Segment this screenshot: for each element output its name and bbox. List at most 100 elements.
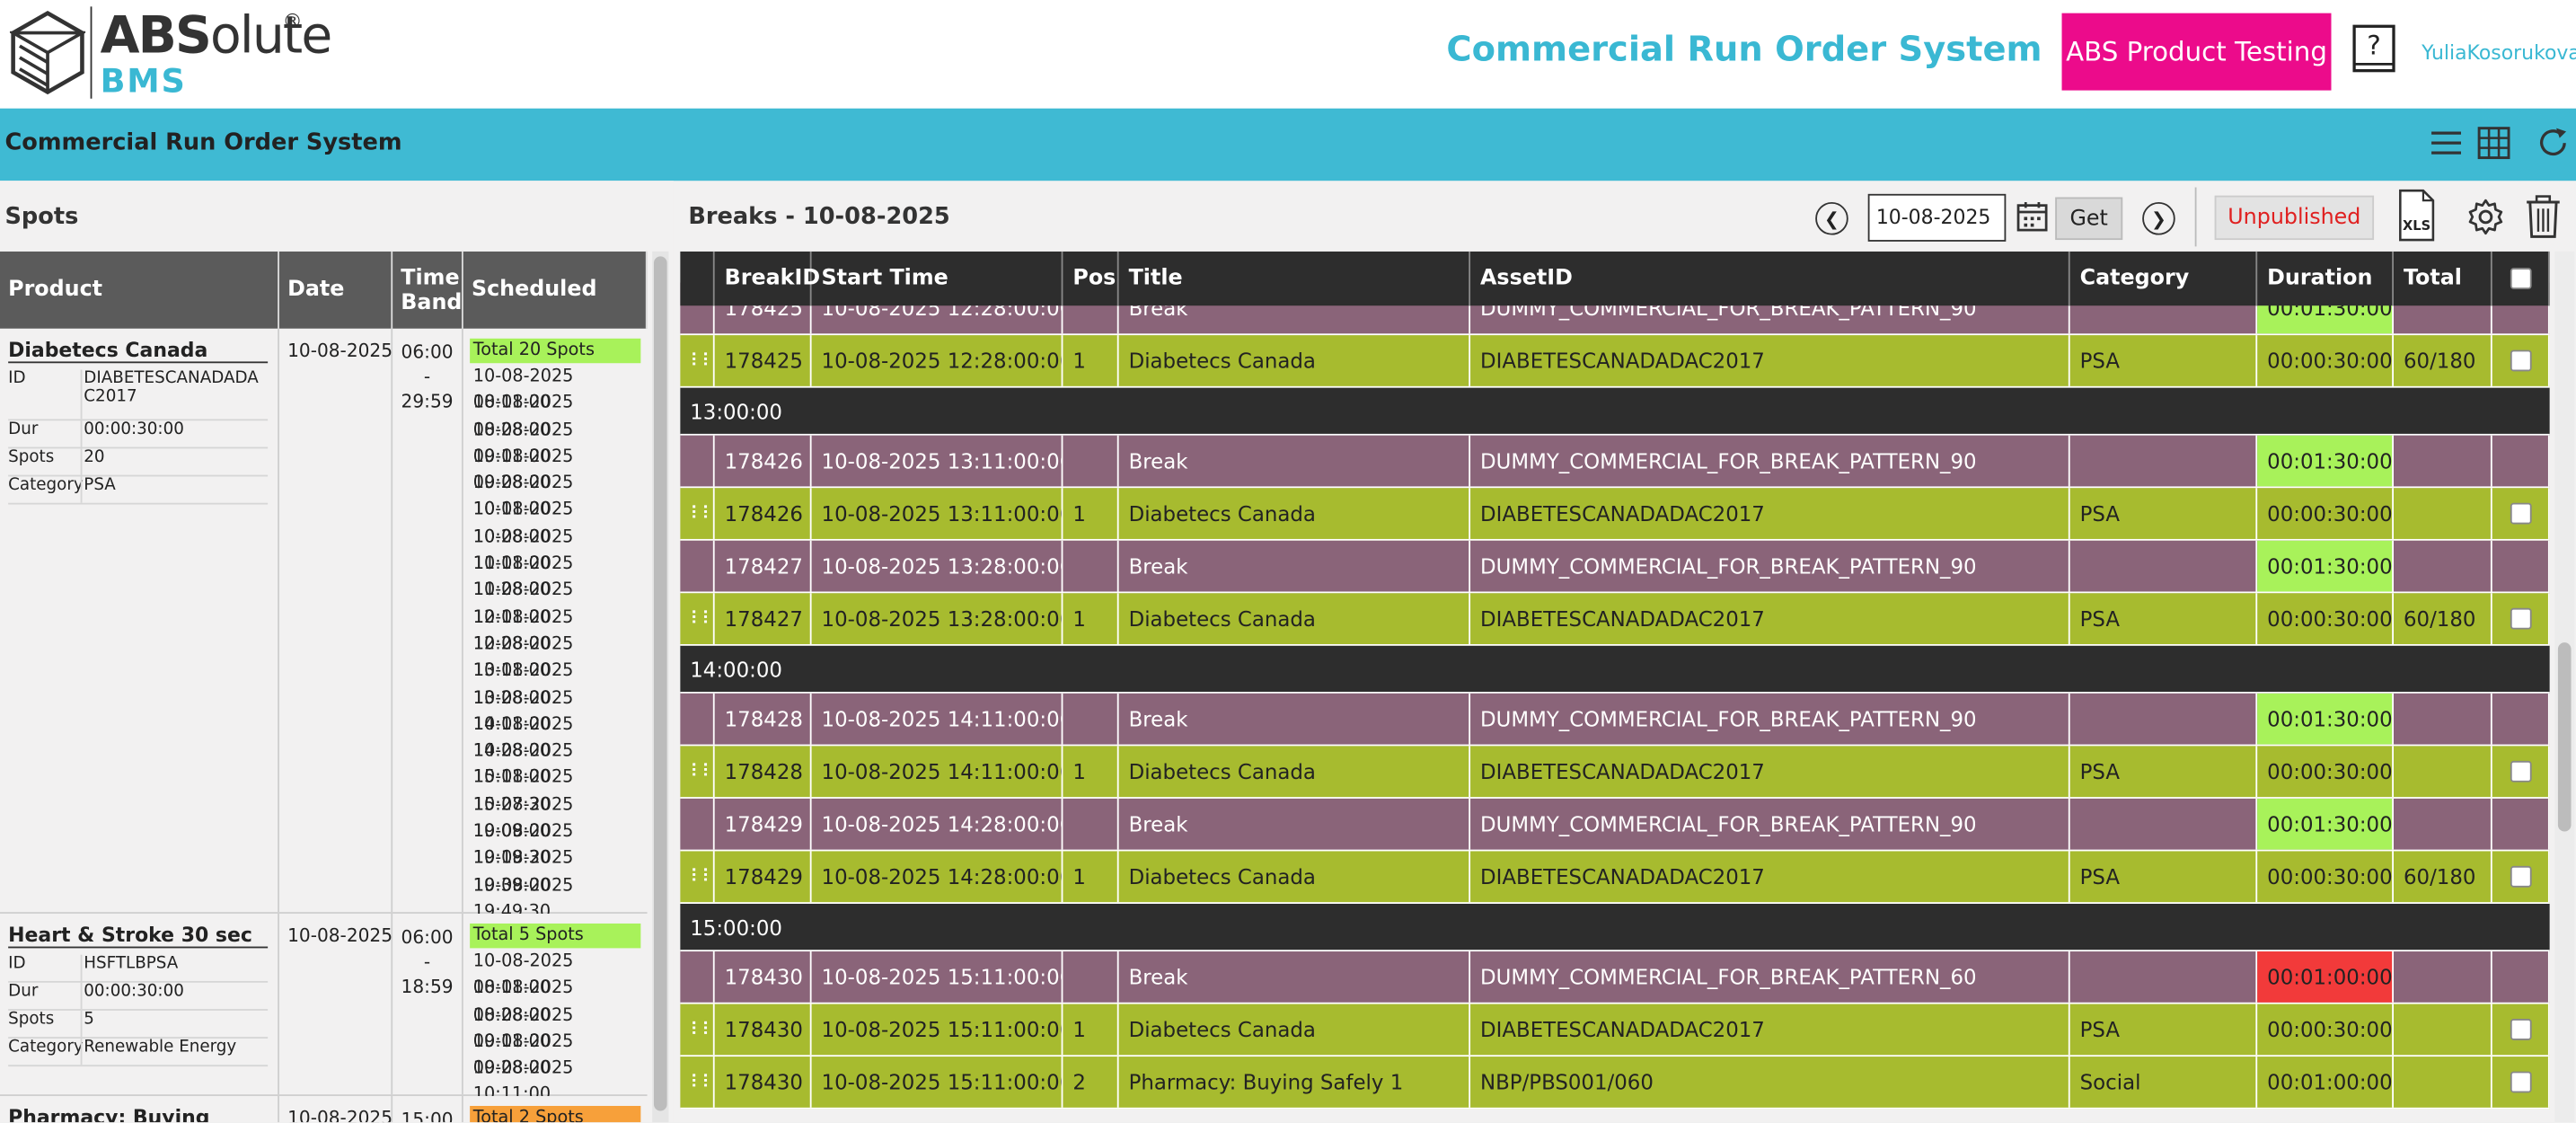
spot-row[interactable]: ⠇⠇ 178429 10-08-2025 14:28:00:00 1 Diabetecs… [680,851,2550,905]
breaks-scrollbar[interactable] [2554,251,2575,1123]
col-date[interactable]: Date [279,251,393,329]
spots-scrollbar[interactable] [652,251,669,1123]
cell-cat [2070,798,2258,850]
break-row[interactable]: 178429 10-08-2025 14:28:00:00 Break DUMMY_C… [680,798,2550,852]
spot-row[interactable]: ⠇⠇ 178427 10-08-2025 13:28:00:00 1 Diabetecs… [680,593,2550,646]
grid-view-icon[interactable] [2475,125,2511,161]
col-time-band[interactable]: Time Band [393,251,463,329]
cell-dur: 00:01:00:00 [2257,951,2394,1003]
cell-id: 178429 [715,851,812,903]
cell-id: 178428 [715,693,812,745]
break-row[interactable]: 178426 10-08-2025 13:11:00:00 Break DUMMY_C… [680,435,2550,489]
col-total[interactable]: Total [2394,251,2492,306]
col-break-id[interactable]: BreakID [715,251,820,306]
spot-item[interactable]: Heart & Stroke 30 sec ID HSFTLBPSA Dur 00:… [0,913,648,1105]
schedule-time: 10-08-2025 13:28:00 [472,660,574,708]
col-asset-id[interactable]: AssetID [1470,251,2070,306]
publish-status-button[interactable]: Unpublished [2214,195,2375,241]
drag-handle[interactable]: ⠇⠇ [680,593,715,645]
schedule-time: 10-08-2025 19:09:00 [472,794,574,842]
row-checkbox[interactable] [2492,851,2550,903]
help-manual-icon[interactable]: ? [2350,23,2399,76]
date-input[interactable]: 10-08-2025 [1867,193,2007,242]
schedule-time: 10-08-2025 13:11:00 [472,633,574,681]
break-row[interactable]: 178428 10-08-2025 14:11:00:00 Break DUMMY_C… [680,693,2550,747]
next-date-button[interactable]: ❯ [2142,201,2175,235]
calendar-icon[interactable] [2016,200,2049,234]
col-product[interactable]: Product [0,251,279,329]
cell-id: 178427 [715,593,812,645]
schedule-list: 10-08-2025 08:11:00 10-08-2025 08:28:00 10… [470,363,640,922]
row-checkbox[interactable] [2492,1004,2550,1056]
cell-title: Diabetecs Canada [1119,593,1471,645]
list-view-icon[interactable] [2428,125,2464,161]
spot-time-band: 06:00-29:59 [401,341,454,413]
break-row[interactable]: 178427 10-08-2025 13:28:00:00 Break DUMMY_C… [680,540,2550,594]
spot-item[interactable]: Pharmacy: Buying Safely 1 10-08-2025 15:… [0,1096,648,1123]
spot-name: Pharmacy: Buying Safely 1 [8,1106,268,1122]
spot-row[interactable]: ⠇⠇ 178425 10-08-2025 12:28:00:00 1 Diabetecs… [680,335,2550,388]
schedule-time: 10-08-2025 09:11:00 [472,420,574,467]
spot-id: ID HSFTLBPSA [8,954,269,983]
cell-pos [1063,951,1119,1003]
cell-cat: PSA [2070,746,2258,798]
get-button[interactable]: Get [2055,197,2123,241]
chevron-right-icon: ❯ [2151,208,2166,230]
cell-total: 60/180 [2394,593,2492,645]
break-row[interactable]: 178430 10-08-2025 15:11:00:00 Break DUMMY_C… [680,951,2550,1004]
spot-row[interactable]: ⠇⠇ 178430 10-08-2025 15:11:00:00 2 Pharmacy:… [680,1057,2550,1110]
spot-row[interactable]: ⠇⠇ 178426 10-08-2025 13:11:00:00 1 Diabetecs… [680,488,2550,541]
col-category[interactable]: Category [2070,251,2258,306]
cell-title: Break [1119,693,1471,745]
cell-total [2394,1004,2492,1056]
row-checkbox[interactable] [2492,1057,2550,1108]
drag-handle [680,693,715,745]
spot-item[interactable]: Diabetecs Canada ID DIABETESCANADADAC2017… [0,328,648,922]
environment-button[interactable]: ABS Product Testing [2061,13,2332,91]
drag-handle[interactable]: ⠇⠇ [680,488,715,539]
breaks-title: Breaks - 10-08-2025 [688,203,950,231]
drag-handle [680,540,715,592]
row-checkbox[interactable] [2492,488,2550,539]
hour-group-header: 15:00:00 [680,904,2550,952]
cell-total [2394,540,2492,592]
row-checkbox [2492,435,2550,487]
schedule-time: 10-08-2025 08:28:00 [472,977,574,1025]
row-checkbox[interactable] [2492,746,2550,798]
spot-total-badge: Total 2 Spots [470,1105,641,1123]
user-name[interactable]: YuliaKosorukova [2422,41,2576,65]
cell-pos [1063,540,1119,592]
spot-row[interactable]: ⠇⠇ 178428 10-08-2025 14:11:00:00 1 Diabetecs… [680,746,2550,799]
trash-icon[interactable] [2523,194,2563,240]
drag-handle[interactable]: ⠇⠇ [680,335,715,386]
cell-dur: 00:00:30:00 [2257,1004,2394,1056]
col-scheduled[interactable]: Scheduled [463,251,648,329]
prev-date-button[interactable]: ❮ [1815,201,1848,235]
cell-start: 10-08-2025 15:11:00:00 [812,1057,1063,1108]
col-start-time[interactable]: Start Time [812,251,1063,306]
cell-id: 178425 [715,335,812,386]
select-all-checkbox[interactable] [2492,251,2550,306]
cell-title: Break [1119,435,1471,487]
drag-handle[interactable]: ⠇⠇ [680,851,715,903]
drag-handle[interactable]: ⠇⠇ [680,746,715,798]
col-duration[interactable]: Duration [2257,251,2394,306]
cell-start: 10-08-2025 15:11:00:00 [812,951,1063,1003]
cell-dur: 00:00:30:00 [2257,746,2394,798]
top-header: ABSolute ® BMS Commercial Run Order Syst… [0,0,2576,109]
row-checkbox[interactable] [2492,335,2550,386]
refresh-icon[interactable] [2535,125,2571,161]
row-checkbox[interactable] [2492,593,2550,645]
gear-icon[interactable] [2466,197,2505,236]
xls-export-icon[interactable]: XLS [2397,189,2437,242]
cell-total: 60/180 [2394,335,2492,386]
cell-start: 10-08-2025 14:11:00:00 [812,693,1063,745]
spot-row[interactable]: ⠇⠇ 178430 10-08-2025 15:11:00:00 1 Diabetecs… [680,1004,2550,1057]
row-checkbox [2492,951,2550,1003]
drag-handle[interactable]: ⠇⠇ [680,1057,715,1108]
col-title[interactable]: Title [1119,251,1471,306]
col-pos[interactable]: Pos [1063,251,1119,306]
schedule-time: 10-08-2025 09:28:00 [472,1031,574,1079]
cell-cat: PSA [2070,593,2258,645]
drag-handle[interactable]: ⠇⠇ [680,1004,715,1056]
